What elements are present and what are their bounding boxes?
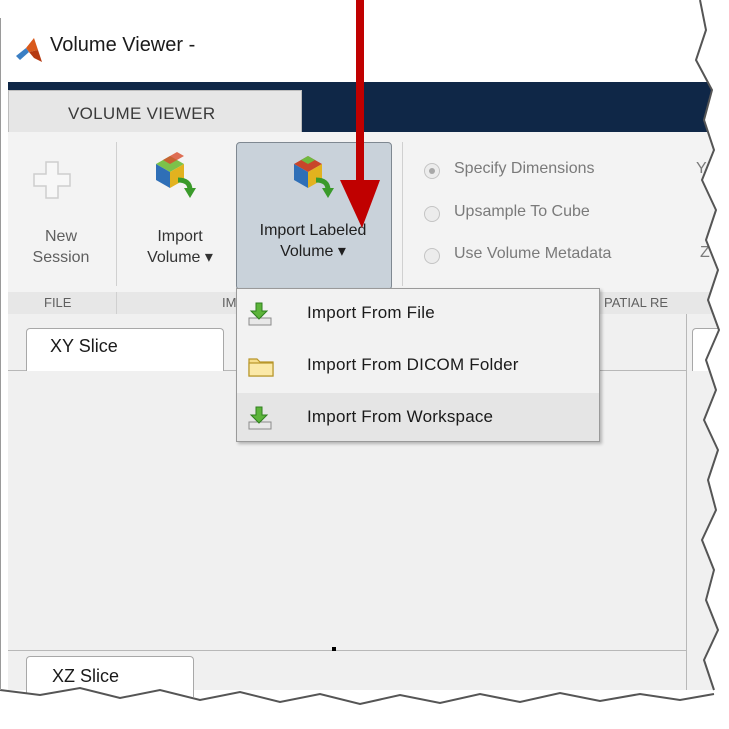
splitter-handle-dot[interactable] <box>332 647 336 651</box>
window-title: Volume Viewer - <box>50 34 196 56</box>
menu-item-import-from-dicom-folder-label: Import From DICOM Folder <box>307 355 519 374</box>
menu-item-import-from-dicom-folder[interactable]: Import From DICOM Folder <box>237 341 599 391</box>
import-labeled-label-line2: Volume ▾ <box>236 241 390 262</box>
radio-specify-dimensions-label: Specify Dimensions <box>454 160 595 177</box>
new-session-label-line2: Session <box>32 249 90 266</box>
section-divider <box>116 292 117 314</box>
radio-button[interactable] <box>424 206 440 222</box>
section-label-spatial: PATIAL RE <box>604 295 669 310</box>
caret-down-icon: ▾ <box>204 249 213 266</box>
menu-item-import-from-workspace-label: Import From Workspace <box>307 407 494 426</box>
tab-xy-slice-label: XY Slice <box>50 336 118 356</box>
pane-divider <box>8 650 686 651</box>
section-label-import: IM <box>222 295 237 310</box>
ribbon-divider <box>402 142 403 286</box>
pane-splitter[interactable] <box>686 314 687 690</box>
import-labeled-volume-menu: Import From File Import From DICOM Folde… <box>236 288 600 442</box>
import-volume-label: Import Volume ▾ <box>126 226 234 268</box>
import-volume-cube-icon <box>150 150 200 200</box>
radio-upsample-to-cube-label: Upsample To Cube <box>454 203 590 220</box>
red-arrow-annotation <box>330 0 390 230</box>
radio-button[interactable] <box>424 163 440 179</box>
plus-icon <box>30 158 74 202</box>
menu-item-import-from-file-label: Import From File <box>307 303 435 322</box>
new-session-label: New Session <box>18 226 104 268</box>
partial-label-z: Z <box>700 244 710 261</box>
volume-viewer-window: Volume Viewer - VOLUME VIEWER New Sessio… <box>0 0 729 729</box>
folder-icon <box>247 353 275 379</box>
tab-right-pane[interactable] <box>692 328 729 371</box>
radio-dot <box>429 168 435 174</box>
tab-xz-slice-label: XZ Slice <box>52 666 120 686</box>
green-down-arrow-icon <box>247 301 275 327</box>
menu-item-import-from-file[interactable]: Import From File <box>237 289 599 339</box>
partial-label-y: Y <box>696 160 707 177</box>
section-label-file: FILE <box>44 295 72 310</box>
caret-down-icon: ▾ <box>337 243 346 260</box>
import-volume-label-line2: Volume ▾ <box>126 247 234 268</box>
menu-item-import-from-workspace[interactable]: Import From Workspace <box>237 393 599 441</box>
radio-button[interactable] <box>424 248 440 264</box>
import-labeled-label-line2-text: Volume <box>280 243 334 260</box>
green-down-arrow-icon <box>247 405 275 431</box>
matlab-logo-icon <box>14 36 44 64</box>
import-volume-label-line2-text: Volume <box>147 249 201 266</box>
new-session-label-line1: New <box>44 228 77 245</box>
import-volume-label-line1: Import <box>157 228 203 245</box>
radio-use-volume-metadata-label: Use Volume Metadata <box>454 245 612 262</box>
ribbon-divider <box>116 142 117 286</box>
tab-volume-viewer-label: VOLUME VIEWER <box>68 104 216 123</box>
